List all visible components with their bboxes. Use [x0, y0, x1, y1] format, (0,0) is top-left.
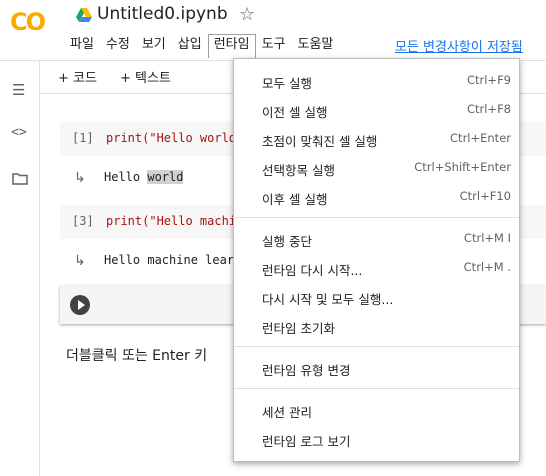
menu-item-label: 이후 셀 실행	[262, 192, 328, 207]
cell-execution-count: [3]	[72, 214, 94, 228]
menu-item-shortcut: Ctrl+F10	[459, 189, 511, 203]
menu-file[interactable]: 파일	[64, 34, 100, 58]
menu-divider	[234, 346, 519, 347]
menu-item-run-before[interactable]: 이전 셀 실행 Ctrl+F8	[234, 96, 519, 124]
menu-item-restart-run-all[interactable]: 다시 시작 및 모두 실행...	[234, 283, 519, 311]
add-code-button[interactable]: + 코드	[58, 67, 97, 86]
notebook-title[interactable]: Untitled0.ipynb	[97, 4, 228, 24]
menu-item-run-all[interactable]: 모두 실행 Ctrl+F9	[234, 67, 519, 95]
menu-item-shortcut: Ctrl+F8	[466, 102, 511, 116]
play-icon[interactable]	[70, 295, 90, 315]
menu-item-label: 런타임 초기화	[262, 321, 335, 336]
star-outline-icon[interactable]: ☆	[239, 4, 255, 25]
menu-item-label: 초점이 맞춰진 셀 실행	[262, 134, 378, 149]
menu-divider	[234, 388, 519, 389]
menu-item-label: 실행 중단	[262, 234, 312, 249]
menu-item-label: 세션 관리	[262, 405, 312, 420]
runtime-menu-dropdown: 모두 실행 Ctrl+F9 이전 셀 실행 Ctrl+F8 초점이 맞춰진 셀 …	[233, 58, 520, 462]
menu-item-run-selection[interactable]: 선택항목 실행 Ctrl+Shift+Enter	[234, 154, 519, 182]
cell-output: Hello world	[104, 170, 184, 184]
menu-item-shortcut: Ctrl+M I	[463, 231, 511, 245]
cell-code[interactable]: print("Hello world	[106, 131, 236, 145]
menu-item-label: 선택항목 실행	[262, 163, 335, 178]
cell-execution-count: [1]	[72, 131, 94, 145]
menu-item-shortcut: Ctrl+F9	[466, 73, 511, 87]
menu-divider	[234, 217, 519, 218]
menu-runtime[interactable]: 런타임	[207, 34, 256, 58]
menu-item-shortcut: Ctrl+Shift+Enter	[414, 160, 511, 174]
menu-item-factory-reset[interactable]: 런타임 초기화	[234, 312, 519, 340]
output-text: Hello	[104, 170, 148, 184]
add-text-button[interactable]: + 텍스트	[120, 67, 171, 86]
menu-insert[interactable]: 삽입	[172, 34, 208, 58]
menu-item-label: 다시 시작 및 모두 실행...	[262, 292, 394, 307]
menu-item-run-after[interactable]: 이후 셀 실행 Ctrl+F10	[234, 183, 519, 211]
menu-item-restart-runtime[interactable]: 런타임 다시 시작... Ctrl+M .	[234, 254, 519, 282]
menu-tools[interactable]: 도구	[256, 34, 292, 58]
cell-output: Hello machine lear	[104, 253, 234, 267]
saved-status-link[interactable]: 모든 변경사항이 저장됨	[395, 36, 523, 55]
menu-item-label: 모두 실행	[262, 76, 312, 91]
google-drive-icon	[76, 8, 92, 22]
output-text: Hello machine lear	[104, 253, 235, 267]
menu-item-run-focused[interactable]: 초점이 맞춰진 셀 실행 Ctrl+Enter	[234, 125, 519, 153]
menubar: 파일 수정 보기 삽입 런타임 도구 도움말	[64, 34, 339, 58]
output-redirect-icon[interactable]: ↳	[74, 253, 86, 269]
menu-edit[interactable]: 수정	[100, 34, 136, 58]
list-icon[interactable]: ☰	[12, 81, 25, 99]
menu-item-change-runtime-type[interactable]: 런타임 유형 변경	[234, 354, 519, 382]
empty-text-hint: 더블클릭 또는 Enter 키	[66, 348, 208, 364]
app-header: CO Untitled0.ipynb ☆ 파일 수정 보기 삽입 런타임 도구 …	[0, 0, 546, 60]
logo-text: CO	[10, 8, 46, 36]
cell-code[interactable]: print("Hello machi	[106, 214, 236, 228]
colab-logo[interactable]: CO	[10, 8, 58, 38]
menu-item-label: 이전 셀 실행	[262, 105, 328, 120]
menu-item-label: 런타임 로그 보기	[262, 434, 351, 449]
left-sidebar: ☰ <>	[0, 61, 40, 476]
output-text-highlighted: world	[147, 170, 184, 184]
menu-item-shortcut: Ctrl+Enter	[450, 131, 511, 145]
folder-icon[interactable]	[12, 171, 28, 189]
output-redirect-icon[interactable]: ↳	[74, 170, 86, 186]
menu-help[interactable]: 도움말	[292, 34, 340, 58]
menu-item-label: 런타임 유형 변경	[262, 363, 351, 378]
menu-item-interrupt[interactable]: 실행 중단 Ctrl+M I	[234, 225, 519, 253]
menu-item-view-runtime-logs[interactable]: 런타임 로그 보기	[234, 425, 519, 453]
menu-item-shortcut: Ctrl+M .	[463, 260, 511, 274]
menu-item-manage-sessions[interactable]: 세션 관리	[234, 396, 519, 424]
menu-view[interactable]: 보기	[136, 34, 172, 58]
code-icon[interactable]: <>	[11, 125, 27, 140]
menu-item-label: 런타임 다시 시작...	[262, 263, 363, 278]
